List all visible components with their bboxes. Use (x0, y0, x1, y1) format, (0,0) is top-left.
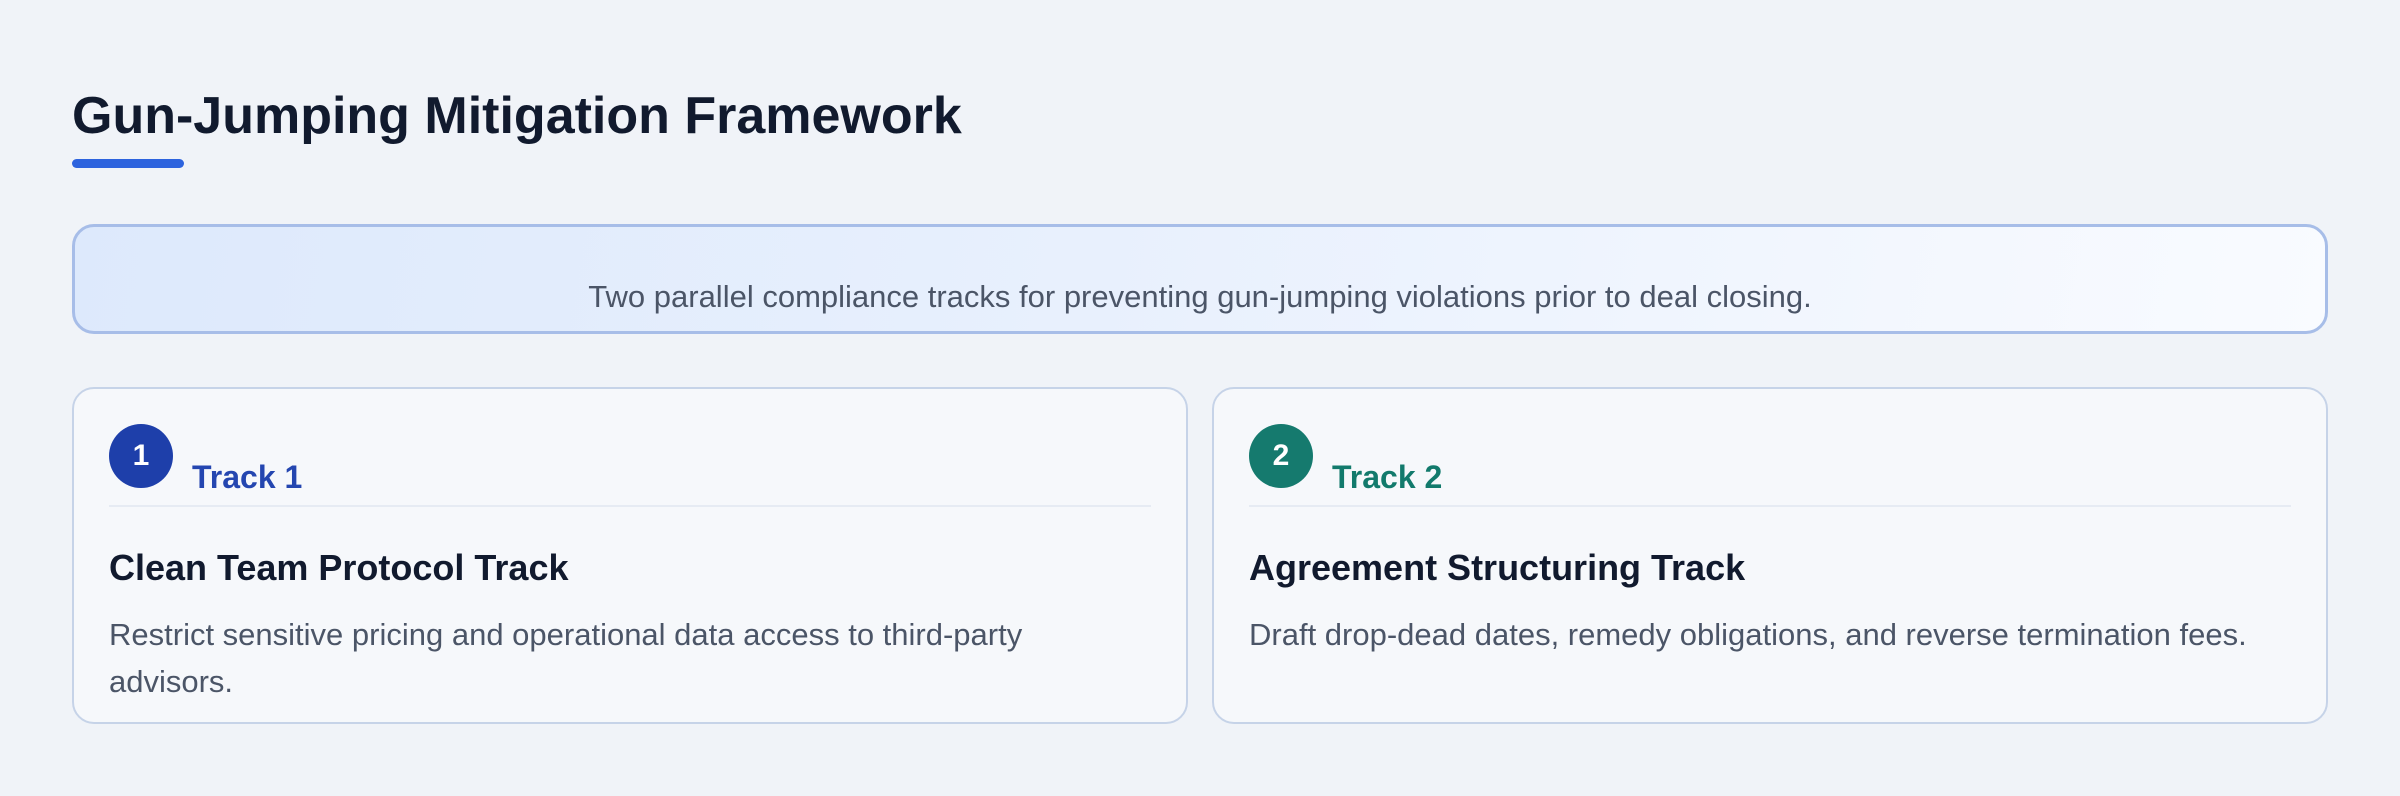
page-title: Gun-Jumping Mitigation Framework (72, 87, 962, 145)
track-description: Draft drop-dead dates, remedy obligation… (1249, 617, 2247, 652)
track-heading: Clean Team Protocol Track (109, 547, 569, 588)
card-divider (109, 505, 1151, 507)
track-label: Track 1 (192, 459, 303, 495)
card-divider (1249, 505, 2291, 507)
page: Gun-Jumping Mitigation Framework Two par… (0, 0, 2400, 796)
track-number-badge: 1 (109, 424, 173, 488)
title-underline (72, 159, 184, 168)
track-number-badge: 2 (1249, 424, 1313, 488)
banner-text: Two parallel compliance tracks for preve… (588, 279, 1812, 314)
summary-banner: Two parallel compliance tracks for preve… (72, 224, 2328, 334)
track-description: Restrict sensitive pricing and operation… (109, 617, 1023, 699)
track-heading: Agreement Structuring Track (1249, 547, 1746, 588)
track-card-2: 2 Track 2 Agreement Structuring Track Dr… (1212, 387, 2328, 724)
track-label: Track 2 (1332, 459, 1443, 495)
track-card-1: 1 Track 1 Clean Team Protocol Track Rest… (72, 387, 1188, 724)
